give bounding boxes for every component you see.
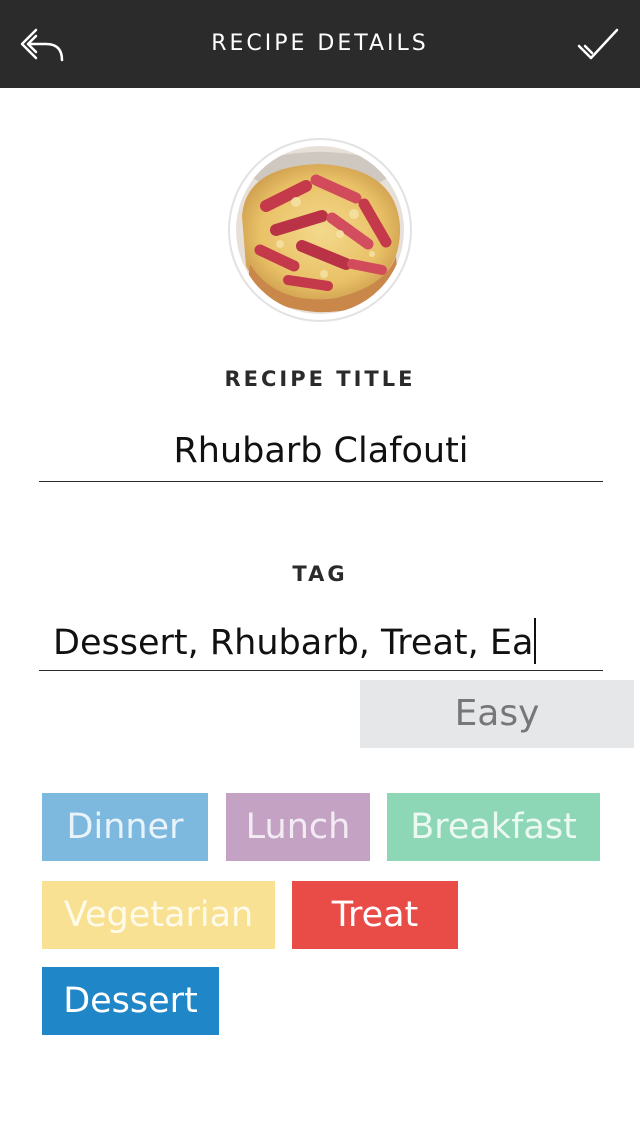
tag-chip-vegetarian[interactable]: Vegetarian (42, 881, 275, 949)
text-caret (534, 618, 537, 664)
tag-input-value: Dessert, Rhubarb, Treat, Ea (53, 623, 534, 663)
tag-chip-treat[interactable]: Treat (292, 881, 458, 949)
tag-label: TAG (292, 562, 348, 586)
recipe-photo (236, 146, 404, 314)
top-bar: RECIPE DETAILS (0, 0, 640, 88)
tag-chip-dinner[interactable]: Dinner (42, 793, 208, 861)
tag-chip-lunch[interactable]: Lunch (226, 793, 370, 861)
page-title: RECIPE DETAILS (211, 31, 429, 56)
done-button[interactable] (570, 20, 626, 68)
recipe-title-input[interactable] (39, 420, 603, 482)
tag-chip-dessert[interactable]: Dessert (42, 967, 219, 1035)
tag-input[interactable]: Dessert, Rhubarb, Treat, Ea (39, 608, 603, 671)
recipe-photo-frame[interactable] (228, 138, 412, 322)
recipe-title-label: RECIPE TITLE (224, 367, 416, 391)
tag-input-text: Dessert, Rhubarb, Treat, Ea (53, 618, 537, 664)
tag-chip-breakfast[interactable]: Breakfast (387, 793, 600, 861)
back-button[interactable] (14, 20, 70, 68)
checkmark-icon (577, 28, 619, 60)
tag-suggestion[interactable]: Easy (360, 680, 634, 748)
reply-arrow-icon (20, 28, 64, 62)
